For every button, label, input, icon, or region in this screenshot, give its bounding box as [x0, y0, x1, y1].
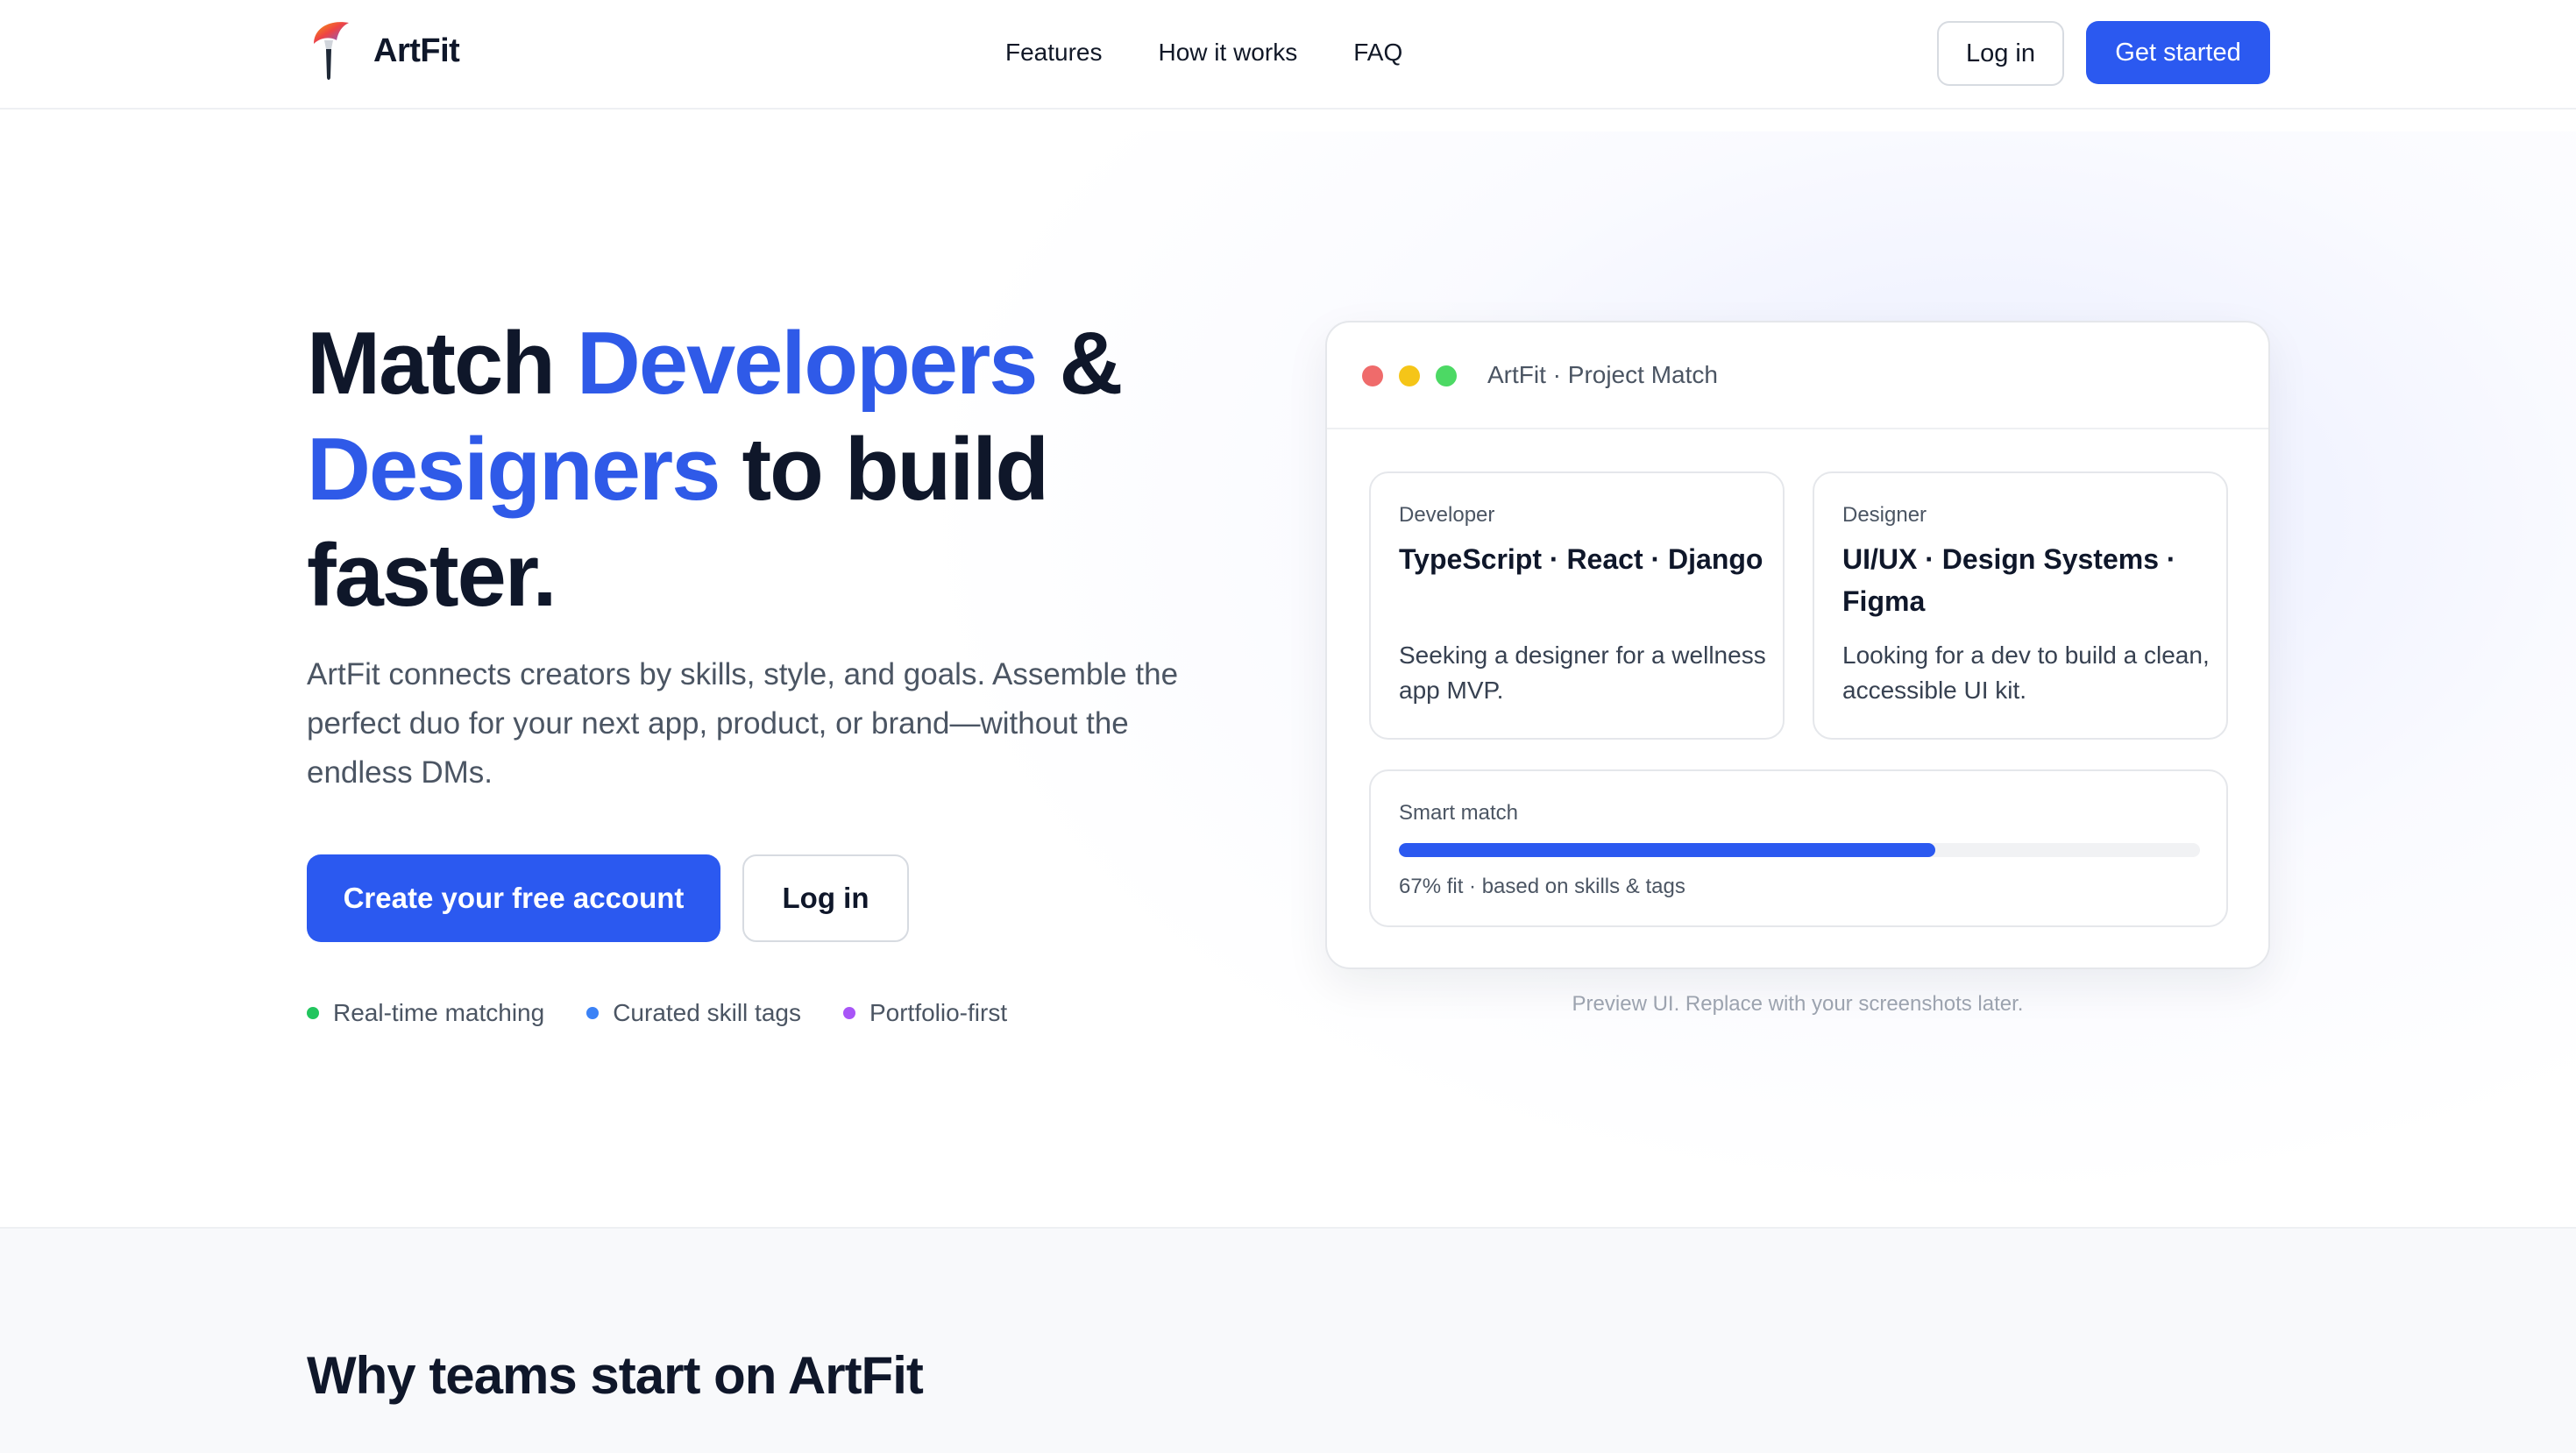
profile-role: Designer	[1842, 503, 1927, 527]
profile-skills: TypeScript · React · Django	[1399, 543, 1763, 575]
profile-description: Looking for a dev to build a clean, acce…	[1842, 641, 2210, 704]
green-dot-icon	[307, 1007, 319, 1019]
main-nav: Features How it works FAQ	[1005, 0, 1402, 105]
headline-highlight-designers: Designers	[307, 421, 720, 519]
paintbrush-icon	[314, 22, 349, 80]
create-account-button[interactable]: Create your free account	[307, 854, 720, 942]
brand-logo[interactable]: ArtFit	[307, 18, 460, 84]
site-header: ArtFit Features How it works FAQ Log in …	[0, 0, 2576, 110]
match-progress-fill	[1399, 843, 1936, 857]
window-controls	[1362, 365, 1457, 386]
close-dot-icon	[1362, 365, 1383, 386]
hero-headline: Match Developers & Designers to build fa…	[307, 311, 1227, 629]
why-section-title: Why teams start on ArtFit	[307, 1346, 924, 1405]
profile-description: Seeking a designer for a wellness app MV…	[1399, 641, 1766, 704]
match-progress-track	[1399, 843, 2200, 857]
headline-text: &	[1036, 315, 1123, 413]
hero-login-button[interactable]: Log in	[742, 854, 909, 942]
preview-window-titlebar: ArtFit · Project Match	[1327, 322, 2268, 429]
nav-how-it-works[interactable]: How it works	[1159, 39, 1298, 67]
profile-skills: UI/UX · Design Systems · Figma	[1842, 543, 2176, 617]
feature-label: Real-time matching	[333, 999, 545, 1026]
minimize-dot-icon	[1399, 365, 1420, 386]
headline-text: to build	[719, 421, 1049, 519]
feature-label: Portfolio-first	[869, 999, 1008, 1026]
purple-dot-icon	[842, 1007, 855, 1019]
feature-item: Portfolio-first	[842, 999, 1008, 1027]
feature-item: Real-time matching	[307, 999, 544, 1027]
headline-text: faster.	[307, 527, 557, 625]
why-section: Why teams start on ArtFit	[0, 1227, 2576, 1453]
hero-subtext: ArtFit connects creators by skills, styl…	[307, 657, 1179, 790]
brand-name: ArtFit	[373, 32, 460, 69]
preview-window: ArtFit · Project Match Developer TypeScr…	[1325, 321, 2270, 969]
developer-profile-card: Developer TypeScript · React · Django Se…	[1369, 471, 1785, 740]
blue-dot-icon	[586, 1007, 600, 1019]
smart-match-panel: Smart match 67% fit · based on skills & …	[1369, 769, 2228, 927]
nav-faq[interactable]: FAQ	[1353, 39, 1402, 67]
get-started-button[interactable]: Get started	[2086, 21, 2270, 84]
profile-role: Developer	[1399, 503, 1495, 527]
designer-profile-card: Designer UI/UX · Design Systems · Figma …	[1813, 471, 2228, 740]
headline-text: Match	[307, 315, 577, 413]
hero-feature-list: Real-time matching Curated skill tags Po…	[307, 999, 1007, 1027]
preview-caption: Preview UI. Replace with your screenshot…	[1572, 992, 2024, 1016]
maximize-dot-icon	[1436, 365, 1457, 386]
headline-highlight-developers: Developers	[576, 315, 1039, 413]
header-login-button[interactable]: Log in	[1937, 21, 2064, 86]
preview-window-title: ArtFit · Project Match	[1487, 361, 1718, 388]
feature-item: Curated skill tags	[586, 999, 801, 1027]
match-caption: 67% fit · based on skills & tags	[1399, 875, 1685, 898]
nav-features[interactable]: Features	[1005, 39, 1103, 67]
smart-match-label: Smart match	[1399, 801, 1519, 825]
feature-label: Curated skill tags	[613, 999, 801, 1026]
